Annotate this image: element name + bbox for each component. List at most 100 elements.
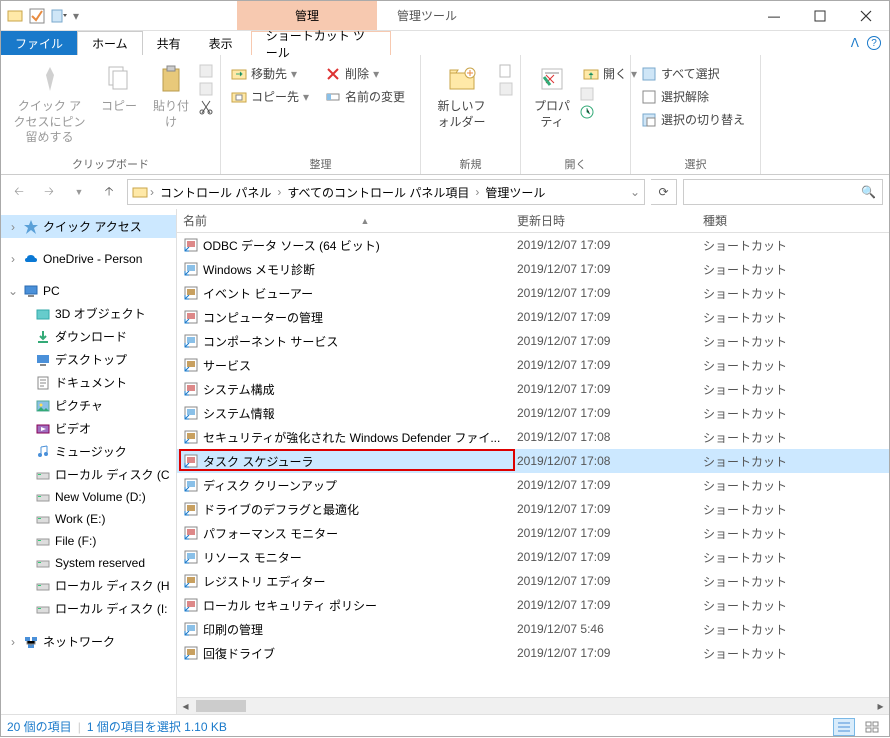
- nav-pc-item[interactable]: ローカル ディスク (I:: [1, 597, 176, 620]
- breadcrumb-item-1[interactable]: すべてのコントロール パネル項目: [283, 184, 473, 201]
- nav-quick-access[interactable]: ›クイック アクセス: [1, 215, 176, 238]
- delete-button[interactable]: 削除▾: [321, 63, 409, 84]
- chevron-right-icon[interactable]: ›: [475, 185, 479, 199]
- file-row[interactable]: セキュリティが強化された Windows Defender ファイ...2019…: [177, 425, 889, 449]
- view-icons-button[interactable]: [861, 718, 883, 736]
- breadcrumb-item-0[interactable]: コントロール パネル: [156, 184, 275, 201]
- new-item-icon[interactable]: [498, 63, 514, 79]
- file-row[interactable]: 印刷の管理2019/12/07 5:46ショートカット: [177, 617, 889, 641]
- view-details-button[interactable]: [833, 718, 855, 736]
- scroll-thumb[interactable]: [196, 700, 246, 712]
- invert-selection-button[interactable]: 選択の切り替え: [637, 109, 749, 130]
- file-type: ショートカット: [703, 333, 843, 350]
- file-row[interactable]: ディスク クリーンアップ2019/12/07 17:09ショートカット: [177, 473, 889, 497]
- tab-share[interactable]: 共有: [143, 31, 195, 55]
- chevron-right-icon[interactable]: ›: [277, 185, 281, 199]
- breadcrumb-item-2[interactable]: 管理ツール: [481, 184, 549, 201]
- help-icon[interactable]: ?: [867, 36, 881, 50]
- breadcrumb-root-icon[interactable]: [132, 184, 148, 200]
- nav-pc[interactable]: ⌄PC: [1, 280, 176, 302]
- copy-button[interactable]: コピー: [94, 59, 144, 119]
- nav-pc-item[interactable]: ダウンロード: [1, 325, 176, 348]
- file-name: システム情報: [203, 405, 275, 422]
- cut-icon[interactable]: [198, 99, 214, 115]
- qat-checkbox-icon[interactable]: [29, 8, 45, 24]
- tab-shortcut-tools[interactable]: ショートカット ツール: [251, 31, 391, 55]
- copy-to-button[interactable]: コピー先▾: [227, 86, 313, 107]
- file-row[interactable]: Windows メモリ診断2019/12/07 17:09ショートカット: [177, 257, 889, 281]
- maximize-button[interactable]: [797, 1, 843, 30]
- deselect-button[interactable]: 選択解除: [637, 86, 749, 107]
- nav-pc-item[interactable]: ドキュメント: [1, 371, 176, 394]
- file-date: 2019/12/07 17:09: [517, 334, 703, 348]
- file-row[interactable]: リソース モニター2019/12/07 17:09ショートカット: [177, 545, 889, 569]
- nav-network[interactable]: ›ネットワーク: [1, 630, 176, 653]
- breadcrumb-dropdown-icon[interactable]: ⌄: [630, 185, 640, 199]
- nav-pc-item[interactable]: File (F:): [1, 530, 176, 552]
- column-name[interactable]: 名前▲: [177, 212, 517, 229]
- scroll-right-icon[interactable]: ▸: [872, 699, 889, 713]
- file-row[interactable]: ローカル セキュリティ ポリシー2019/12/07 17:09ショートカット: [177, 593, 889, 617]
- search-input[interactable]: 🔍: [683, 179, 883, 205]
- minimize-button[interactable]: ―: [751, 1, 797, 30]
- file-row[interactable]: ドライブのデフラグと最適化2019/12/07 17:09ショートカット: [177, 497, 889, 521]
- easy-access-icon[interactable]: [498, 81, 514, 97]
- refresh-button[interactable]: ⟳: [651, 179, 677, 205]
- tab-home[interactable]: ホーム: [77, 31, 143, 55]
- qat-overflow-icon[interactable]: ▾: [73, 9, 79, 23]
- nav-pc-item[interactable]: ローカル ディスク (H: [1, 574, 176, 597]
- nav-item-label: ローカル ディスク (I:: [55, 600, 168, 617]
- new-folder-button[interactable]: 新しいフォルダー: [427, 59, 496, 134]
- file-row[interactable]: コンポーネント サービス2019/12/07 17:09ショートカット: [177, 329, 889, 353]
- chevron-right-icon[interactable]: ›: [7, 635, 19, 649]
- chevron-right-icon[interactable]: ›: [7, 252, 19, 266]
- file-row[interactable]: ODBC データ ソース (64 ビット)2019/12/07 17:09ショー…: [177, 233, 889, 257]
- nav-back-button[interactable]: 🡠: [7, 180, 31, 204]
- file-row[interactable]: イベント ビューアー2019/12/07 17:09ショートカット: [177, 281, 889, 305]
- nav-recent-button[interactable]: ▼: [67, 180, 91, 204]
- scroll-left-icon[interactable]: ◂: [177, 699, 194, 713]
- nav-pc-item[interactable]: New Volume (D:): [1, 486, 176, 508]
- nav-item-label: ピクチャ: [55, 397, 103, 414]
- properties-button[interactable]: プロパティ: [527, 59, 577, 134]
- nav-pc-item[interactable]: ピクチャ: [1, 394, 176, 417]
- paste-button[interactable]: 貼り付け: [146, 59, 196, 134]
- nav-forward-button[interactable]: 🡢: [37, 180, 61, 204]
- file-row[interactable]: 回復ドライブ2019/12/07 17:09ショートカット: [177, 641, 889, 665]
- file-row[interactable]: コンピューターの管理2019/12/07 17:09ショートカット: [177, 305, 889, 329]
- nav-pc-item[interactable]: ローカル ディスク (C: [1, 463, 176, 486]
- file-row[interactable]: パフォーマンス モニター2019/12/07 17:09ショートカット: [177, 521, 889, 545]
- clipboard-shortcut-icon[interactable]: [198, 63, 214, 79]
- nav-pc-item[interactable]: System reserved: [1, 552, 176, 574]
- column-date[interactable]: 更新日時: [517, 212, 703, 229]
- file-row[interactable]: システム情報2019/12/07 17:09ショートカット: [177, 401, 889, 425]
- qat-dropdown-icon[interactable]: [51, 8, 67, 24]
- horizontal-scrollbar[interactable]: ◂ ▸: [177, 697, 889, 714]
- chevron-right-icon[interactable]: ›: [7, 220, 19, 234]
- chevron-right-icon[interactable]: ›: [150, 185, 154, 199]
- nav-onedrive[interactable]: ›OneDrive - Person: [1, 248, 176, 270]
- nav-pc-item[interactable]: 3D オブジェクト: [1, 302, 176, 325]
- breadcrumb[interactable]: › コントロール パネル › すべてのコントロール パネル項目 › 管理ツール …: [127, 179, 645, 205]
- nav-up-button[interactable]: 🡡: [97, 180, 121, 204]
- nav-pc-item[interactable]: ミュージック: [1, 440, 176, 463]
- column-type[interactable]: 種類: [703, 212, 843, 229]
- close-button[interactable]: [843, 1, 889, 30]
- nav-item-label: ビデオ: [55, 420, 91, 437]
- select-all-button[interactable]: すべて選択: [637, 63, 749, 84]
- nav-pc-item[interactable]: Work (E:): [1, 508, 176, 530]
- move-to-button[interactable]: 移動先▾: [227, 63, 313, 84]
- tab-file[interactable]: ファイル: [1, 31, 77, 55]
- chevron-down-icon[interactable]: ⌄: [7, 284, 19, 298]
- ribbon-collapse-icon[interactable]: ᐱ: [851, 36, 859, 50]
- pin-quick-access-button[interactable]: クイック アクセスにピン留めする: [7, 59, 92, 150]
- file-row[interactable]: タスク スケジューラ2019/12/07 17:08ショートカット: [177, 449, 889, 473]
- file-row[interactable]: サービス2019/12/07 17:09ショートカット: [177, 353, 889, 377]
- tab-view[interactable]: 表示: [195, 31, 247, 55]
- nav-pc-item[interactable]: デスクトップ: [1, 348, 176, 371]
- file-row[interactable]: システム構成2019/12/07 17:09ショートカット: [177, 377, 889, 401]
- rename-button[interactable]: 名前の変更: [321, 86, 409, 107]
- nav-pc-item[interactable]: ビデオ: [1, 417, 176, 440]
- file-row[interactable]: レジストリ エディター2019/12/07 17:09ショートカット: [177, 569, 889, 593]
- clipboard-path-icon[interactable]: [198, 81, 214, 97]
